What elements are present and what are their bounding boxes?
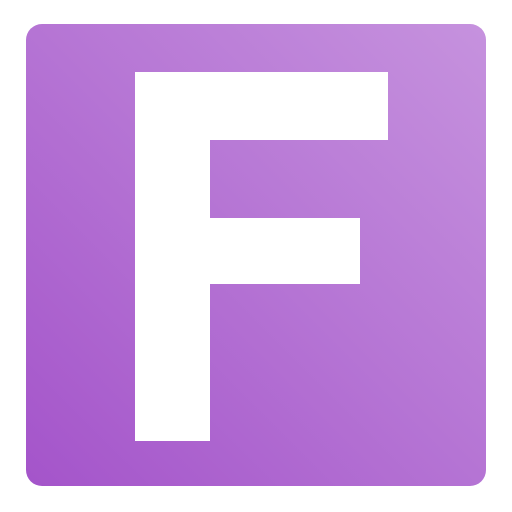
app-icon[interactable]: F: [26, 24, 486, 486]
letter-f-icon: [135, 72, 388, 441]
icon-canvas: F: [0, 0, 512, 512]
